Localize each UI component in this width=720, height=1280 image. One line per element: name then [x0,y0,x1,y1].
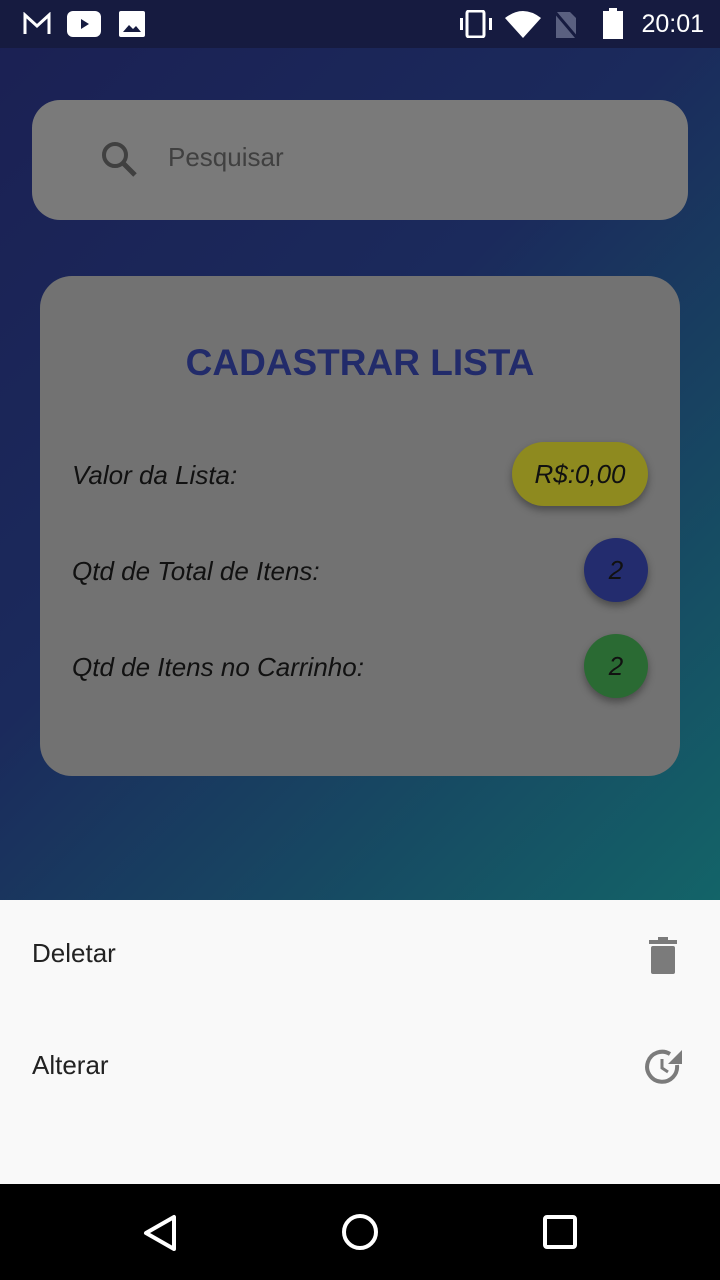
total-items-badge: 2 [584,538,648,602]
edit-label: Alterar [32,1050,109,1080]
cart-items-badge: 2 [584,634,648,698]
delete-option[interactable]: Deletar [0,900,720,1012]
wifi-icon [505,11,541,38]
search-icon [102,142,137,177]
list-card[interactable]: CADASTRAR LISTA Valor da Lista: R$:0,00 … [40,276,680,776]
clock: 20:01 [641,10,704,38]
cart-items-label: Qtd de Itens no Carrinho: [72,652,364,682]
delete-label: Deletar [32,938,116,968]
home-icon[interactable] [340,1212,380,1252]
image-icon [119,11,145,37]
card-title: CADASTRAR LISTA [185,342,535,383]
navigation-bar [0,1184,720,1280]
search-placeholder: Pesquisar [168,142,284,172]
edit-option[interactable]: Alterar [0,1012,720,1124]
total-items-label: Qtd de Total de Itens: [72,556,320,586]
update-icon [645,1049,682,1084]
gmail-icon [23,12,51,34]
trash-icon [649,937,677,974]
battery-icon [603,8,623,39]
status-bar: 20:01 [0,0,720,48]
no-sim-icon [553,11,579,39]
bottom-sheet: Deletar Alterar [0,900,720,1184]
list-value-badge: R$:0,00 [512,442,648,506]
youtube-icon [67,11,101,37]
back-icon[interactable] [142,1214,178,1252]
recents-icon[interactable] [542,1214,578,1250]
vibrate-icon [460,10,492,38]
search-input[interactable]: Pesquisar [32,100,688,220]
list-value-label: Valor da Lista: [72,460,238,490]
